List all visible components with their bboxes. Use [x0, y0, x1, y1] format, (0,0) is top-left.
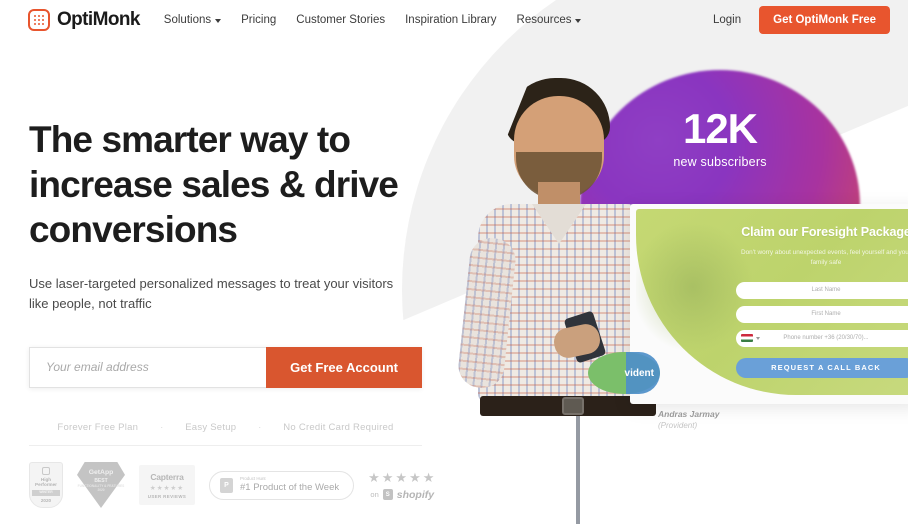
signup-form: Get Free Account [29, 346, 422, 388]
popup-first-name-field[interactable]: First Name [736, 305, 908, 323]
popup-phone-field[interactable]: Phone number +36 (20/30/70)... [736, 329, 908, 347]
badge-product-hunt: P Product Hunt #1 Product of the Week [209, 470, 355, 500]
popup-request-call-back-button[interactable]: REQUEST A CALL BACK [736, 357, 908, 378]
site-header: OptiMonk Solutions Pricing Customer Stor… [0, 0, 908, 40]
stat-label: new subscribers [673, 155, 767, 169]
nav-item-inspiration-library[interactable]: Inspiration Library [405, 14, 496, 26]
badge-g2-high-performer: High Performer WINTER 2020 [29, 462, 63, 508]
chevron-down-icon [575, 19, 582, 23]
popup-subtitle: Don't worry about unexpected events, fee… [741, 249, 908, 266]
nav-item-pricing[interactable]: Pricing [241, 14, 276, 26]
popup-field-placeholder: Phone number +36 (20/30/70)... [783, 335, 869, 342]
capterra-subtitle: USER REVIEWS [147, 493, 187, 499]
capterra-name: Capterra [150, 471, 184, 482]
caption-name: Andras Jarmay [658, 409, 720, 419]
nav-label: Inspiration Library [405, 14, 497, 26]
hero-content: The smarter way to increase sales & driv… [0, 0, 460, 524]
perk-separator: · [258, 422, 262, 433]
logo-text: OptiMonk [57, 9, 140, 30]
optimonk-logo-icon [28, 9, 50, 31]
nav-label: Customer Stories [296, 14, 386, 26]
page-title: The smarter way to increase sales & driv… [29, 119, 399, 250]
badge-shopify-rating: ★★★★★ on S shopify [368, 470, 436, 501]
chevron-down-icon [215, 19, 222, 23]
badge-getapp: GetApp BEST FUNCTIONALITY & FEATURES 202… [77, 462, 125, 508]
stat-number: 12K [682, 105, 758, 152]
g2-icon [42, 467, 50, 476]
getapp-name: GetApp [88, 469, 114, 477]
shopify-on-label: on [370, 490, 379, 499]
perk-no-credit-card: No Credit Card Required [283, 421, 394, 433]
award-badges: High Performer WINTER 2020 GetApp BEST F… [29, 462, 449, 508]
nav-item-customer-stories[interactable]: Customer Stories [296, 14, 385, 26]
flag-icon [741, 334, 753, 343]
popup-field-placeholder: First Name [811, 311, 841, 318]
perk-easy-setup: Easy Setup [185, 421, 237, 433]
nav-item-resources[interactable]: Resources [517, 14, 582, 26]
get-free-account-button[interactable]: Get Free Account [266, 346, 422, 388]
shopify-icon: S [382, 489, 393, 500]
hero-visual: 12K new subscribers × Claim our Foresigh… [440, 0, 908, 524]
g2-year: 2020 [40, 497, 52, 503]
photo-caption: Andras Jarmay (Provident) [658, 408, 719, 432]
g2-title: High Performer [35, 477, 57, 488]
popup-last-name-field[interactable]: Last Name [736, 281, 908, 299]
perks-list: Forever Free Plan · Easy Setup · No Cred… [29, 422, 422, 446]
logo[interactable]: OptiMonk [28, 9, 140, 31]
capterra-stars: ★★★★★ [149, 484, 185, 492]
subscriber-stat: 12K new subscribers [645, 105, 795, 170]
main-navigation: Solutions Pricing Customer Stories Inspi… [164, 14, 582, 26]
chevron-down-icon [756, 336, 760, 340]
get-optimonk-free-button[interactable]: Get OptiMonk Free [759, 6, 890, 34]
nav-label: Solutions [163, 14, 212, 26]
nav-label: Pricing [241, 14, 277, 26]
login-link[interactable]: Login [713, 14, 741, 26]
perk-separator: · [160, 422, 164, 433]
email-input[interactable] [29, 346, 267, 388]
caption-org: (Provident) [658, 421, 698, 431]
popup-mockup: × Claim our Foresight Package Don't worr… [636, 209, 908, 395]
popup-field-placeholder: Last Name [811, 287, 841, 294]
badge-capterra: Capterra ★★★★★ USER REVIEWS [139, 465, 195, 505]
perk-forever-free-plan: Forever Free Plan [57, 421, 139, 433]
nav-item-solutions[interactable]: Solutions [163, 14, 222, 26]
shopify-stars: ★★★★★ [368, 469, 437, 485]
hero-subheading: Use laser-targeted personalized messages… [29, 276, 394, 312]
shopify-name: shopify [396, 488, 435, 501]
header-actions: Login Get OptiMonk Free [713, 6, 890, 34]
popup-title: Claim our Foresight Package [741, 225, 908, 239]
nav-label: Resources [516, 14, 572, 26]
product-hunt-icon: P [220, 477, 233, 493]
g2-band: WINTER [32, 489, 60, 496]
getapp-year: 2020 [97, 487, 105, 492]
product-hunt-title: #1 Product of the Week [240, 482, 340, 494]
